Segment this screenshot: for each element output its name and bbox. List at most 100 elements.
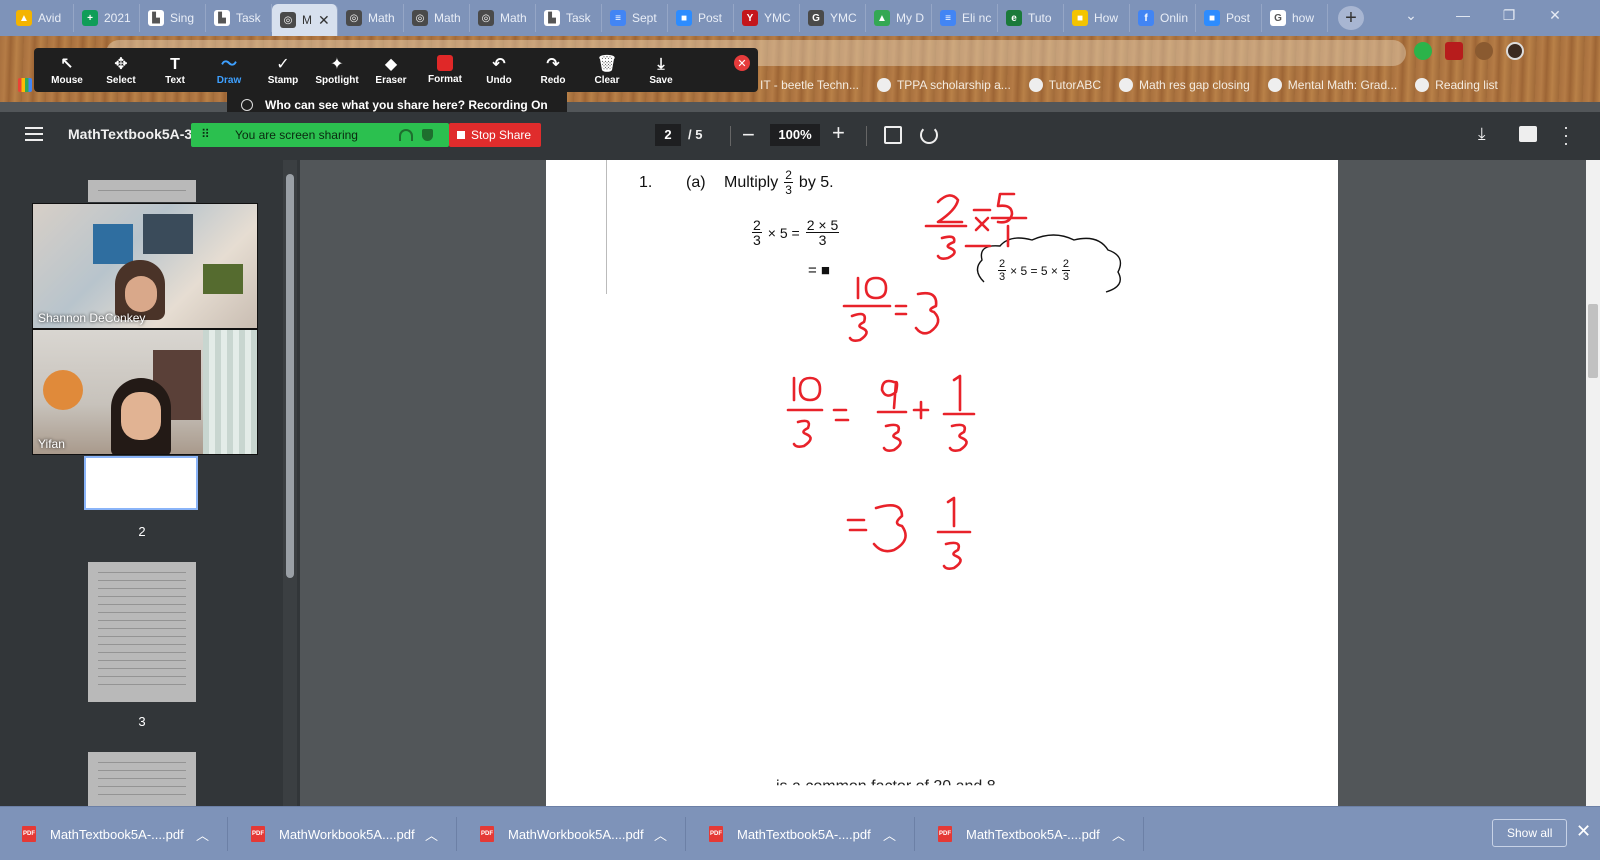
- spotlight-icon: ✦: [330, 55, 344, 73]
- page-thumbnail-4[interactable]: [88, 752, 196, 806]
- zoom-out-button[interactable]: −: [742, 122, 755, 148]
- bookmark-item[interactable]: Math res gap closing: [1119, 78, 1250, 92]
- bookmark-item[interactable]: Reading list: [1415, 78, 1498, 92]
- download-item[interactable]: PDF MathTextbook5A-....pdf ︿: [0, 817, 228, 851]
- main-scroll-thumb[interactable]: [1588, 304, 1598, 378]
- stop-share-button[interactable]: Stop Share: [449, 123, 541, 147]
- page-thumbnail-3[interactable]: [88, 562, 196, 702]
- tab-label: How: [1094, 11, 1119, 25]
- browser-tab[interactable]: +2021: [74, 4, 140, 32]
- redo-icon: ↷: [546, 55, 560, 73]
- download-icon[interactable]: ⤓: [1478, 124, 1486, 144]
- profile-avatar[interactable]: [1506, 42, 1524, 60]
- bookmark-item[interactable]: TPPA scholarship a...: [876, 78, 1011, 92]
- browser-tab[interactable]: ▲ Avid: [8, 4, 74, 32]
- screen-sharing-banner[interactable]: ⠿ You are screen sharing: [191, 123, 449, 147]
- tool-label: Mouse: [51, 74, 83, 86]
- page-number-input[interactable]: 2: [655, 124, 681, 146]
- browser-tab[interactable]: G YMC: [800, 4, 866, 32]
- save-tool-button[interactable]: ⤓ Save: [634, 48, 688, 92]
- browser-tab[interactable]: ≡ Sept: [602, 4, 668, 32]
- main-scrollbar[interactable]: [1586, 160, 1600, 806]
- eraser-tool-button[interactable]: ◆ Eraser: [364, 48, 418, 92]
- browser-tab[interactable]: Ghow: [1262, 4, 1328, 32]
- bookmark-icon: [1119, 78, 1134, 92]
- fit-page-icon[interactable]: [884, 126, 902, 144]
- minimize-button[interactable]: —: [1440, 0, 1486, 30]
- chevron-up-icon[interactable]: ︿: [196, 825, 209, 844]
- undo-tool-button[interactable]: ↶ Undo: [472, 48, 526, 92]
- browser-tab[interactable]: ◎ Math: [404, 4, 470, 32]
- bookmark-icon: [876, 78, 891, 92]
- tab-close-icon[interactable]: ✕: [318, 12, 330, 29]
- participant-video-tile[interactable]: Yifan: [32, 329, 258, 455]
- sidebar-scroll-thumb[interactable]: [286, 174, 294, 578]
- ublock-icon[interactable]: [1445, 42, 1463, 60]
- rotate-icon[interactable]: [920, 126, 938, 144]
- browser-tab[interactable]: ◎ Math: [338, 4, 404, 32]
- extension-icon[interactable]: [1414, 42, 1432, 60]
- download-item[interactable]: PDF MathTextbook5A-....pdf ︿: [687, 817, 915, 851]
- browser-tab[interactable]: ◎ M ✕: [272, 4, 338, 36]
- pdf-file-icon: PDF: [938, 826, 952, 842]
- print-icon[interactable]: [1519, 126, 1537, 142]
- bookmark-item[interactable]: Mental Math: Grad...: [1267, 78, 1397, 92]
- format-tool-button[interactable]: Format: [418, 48, 472, 92]
- close-annotation-icon[interactable]: ✕: [734, 55, 750, 71]
- browser-tab[interactable]: f Onlin: [1130, 4, 1196, 32]
- browser-tab[interactable]: ▙ Sing: [140, 4, 206, 32]
- browser-tab[interactable]: e Tuto: [998, 4, 1064, 32]
- stamp-tool-button[interactable]: ✓ Stamp: [256, 48, 310, 92]
- browser-tab[interactable]: ≡ Eli nc: [932, 4, 998, 32]
- browser-tab[interactable]: Y YMC: [734, 4, 800, 32]
- browser-tab[interactable]: ■ Post: [1196, 4, 1262, 32]
- browser-tab[interactable]: ■ How: [1064, 4, 1130, 32]
- spotlight-tool-button[interactable]: ✦ Spotlight: [310, 48, 364, 92]
- page-count: / 5: [688, 127, 703, 142]
- zoom-level-input[interactable]: 100%: [770, 124, 820, 146]
- text-tool-button[interactable]: T Text: [148, 48, 202, 92]
- puzzle-icon[interactable]: [1475, 42, 1493, 60]
- sidebar-scrollbar[interactable]: [283, 160, 297, 806]
- drag-handle-icon[interactable]: ⠿: [201, 127, 210, 141]
- zoom-in-button[interactable]: +: [832, 120, 845, 146]
- stop-icon: [457, 131, 465, 139]
- download-item[interactable]: PDF MathWorkbook5A....pdf ︿: [458, 817, 686, 851]
- tool-label: Spotlight: [315, 74, 359, 86]
- browser-tab[interactable]: ■ Post: [668, 4, 734, 32]
- clear-tool-button[interactable]: 🗑 Clear: [580, 48, 634, 92]
- close-shelf-icon[interactable]: ✕: [1576, 821, 1591, 842]
- chevron-up-icon[interactable]: ︿: [425, 825, 438, 844]
- download-item[interactable]: PDF MathWorkbook5A....pdf ︿: [229, 817, 457, 851]
- chevron-up-icon[interactable]: ︿: [654, 825, 667, 844]
- browser-tab-strip: ▲ Avid +2021 ▙ Sing ▙ Task ◎ M ✕ ◎ Math ◎ Math ◎ Math ▙ T…: [0, 0, 1600, 36]
- chevron-up-icon[interactable]: ︿: [1112, 825, 1125, 844]
- show-all-button[interactable]: Show all: [1492, 819, 1568, 847]
- browser-tab[interactable]: ▲ My D: [866, 4, 932, 32]
- download-item[interactable]: PDF MathTextbook5A-....pdf ︿: [916, 817, 1144, 851]
- browser-tab[interactable]: ▙ Task: [536, 4, 602, 32]
- apps-icon[interactable]: [18, 78, 32, 92]
- tool-label: Stamp: [267, 74, 299, 86]
- menu-icon[interactable]: [25, 127, 43, 141]
- page-thumbnail-1[interactable]: [88, 180, 196, 202]
- document-title: MathTextbook5A-3-: [68, 126, 197, 142]
- more-options-icon[interactable]: · · ·: [1563, 118, 1569, 152]
- redo-tool-button[interactable]: ↷ Redo: [526, 48, 580, 92]
- browser-tab[interactable]: ◎ Math: [470, 4, 536, 32]
- select-tool-button[interactable]: ✥ Select: [94, 48, 148, 92]
- bookmark-item[interactable]: TutorABC: [1028, 78, 1101, 92]
- tab-favicon-icon: ◎: [478, 10, 494, 26]
- browser-tab[interactable]: ▙ Task: [206, 4, 272, 32]
- chevron-up-icon[interactable]: ︿: [883, 825, 896, 844]
- draw-tool-button[interactable]: 〜 Draw: [202, 48, 256, 92]
- participant-video-tile[interactable]: Shannon DeConkey: [32, 203, 258, 329]
- tab-search-button[interactable]: ⌄: [1388, 0, 1434, 30]
- restore-button[interactable]: ❐: [1486, 0, 1532, 30]
- new-tab-button[interactable]: +: [1338, 6, 1364, 30]
- close-window-button[interactable]: ✕: [1532, 0, 1578, 30]
- page-thumbnail-2[interactable]: [84, 456, 198, 510]
- mouse-tool-button[interactable]: ↖ Mouse: [40, 48, 94, 92]
- pdf-file-icon: PDF: [22, 826, 36, 842]
- stamp-icon: ✓: [276, 55, 290, 73]
